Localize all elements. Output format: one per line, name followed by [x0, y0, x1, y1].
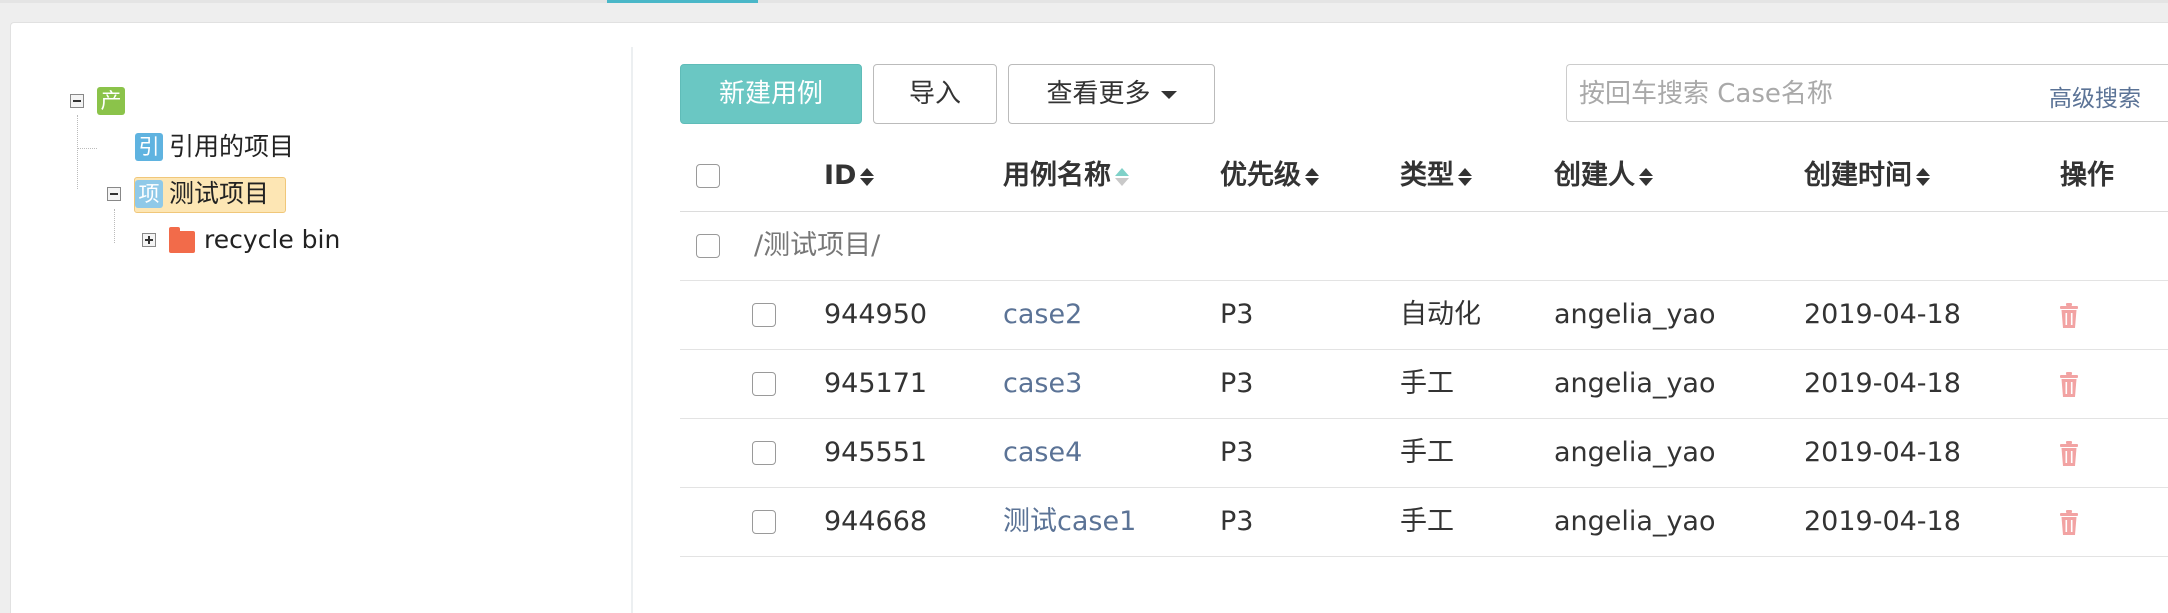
column-header-priority[interactable]: 优先级	[1220, 141, 1319, 211]
table-header-row: ID 用例名称 优先级 类型 创建人 创建时间 操作	[680, 141, 2168, 212]
table-row: 944950 case2 P3 自动化 angelia_yao 2019-04-…	[680, 281, 2168, 350]
search-box: 高级搜索	[1566, 64, 2168, 123]
column-header-actions: 操作	[2060, 160, 2114, 191]
column-header-creator[interactable]: 创建人	[1554, 141, 1653, 211]
tree-node-test-project[interactable]: 测试项目	[169, 178, 269, 210]
sort-caret-icon	[860, 166, 875, 188]
case-name-link[interactable]: case2	[1003, 281, 1082, 349]
case-type: 手工	[1400, 506, 1454, 537]
sort-caret-icon	[1458, 166, 1472, 188]
case-creator: angelia_yao	[1554, 437, 1716, 468]
case-name-link[interactable]: case4	[1003, 419, 1082, 487]
trash-icon[interactable]	[2058, 372, 2080, 398]
column-header-created-at-label: 创建时间	[1804, 160, 1912, 191]
tree-node-referenced-projects[interactable]: 引用的项目	[169, 131, 294, 163]
case-name-link[interactable]: case3	[1003, 350, 1082, 418]
case-table: ID 用例名称 优先级 类型 创建人 创建时间 操作 /测试项目/ 944950…	[680, 141, 2168, 557]
row-checkbox[interactable]	[752, 441, 776, 465]
column-header-type-label: 类型	[1400, 160, 1454, 191]
tree-line	[77, 115, 78, 189]
column-header-created-at[interactable]: 创建时间	[1804, 141, 1930, 211]
case-creator: angelia_yao	[1554, 368, 1716, 399]
case-priority: P3	[1220, 368, 1254, 399]
case-created-at: 2019-04-18	[1804, 368, 1961, 399]
trash-icon[interactable]	[2058, 303, 2080, 329]
project-badge-icon: 项	[135, 180, 163, 208]
column-header-id-label: ID	[824, 160, 857, 191]
sort-caret-icon	[1115, 166, 1129, 188]
sort-caret-icon	[1916, 166, 1930, 188]
sort-caret-icon	[1639, 166, 1653, 188]
case-id: 945551	[824, 437, 928, 468]
case-priority: P3	[1220, 299, 1254, 330]
group-checkbox[interactable]	[696, 234, 720, 258]
search-input[interactable]	[1567, 65, 2021, 123]
case-type: 手工	[1400, 437, 1454, 468]
case-priority: P3	[1220, 506, 1254, 537]
trash-icon[interactable]	[2058, 510, 2080, 536]
new-case-button[interactable]: 新建用例	[680, 64, 862, 124]
case-priority: P3	[1220, 437, 1254, 468]
tree-collapse-toggle-test-project[interactable]	[107, 187, 121, 201]
view-more-label: 查看更多	[1046, 79, 1151, 109]
chevron-down-icon	[1160, 90, 1177, 99]
case-type: 自动化	[1400, 299, 1481, 330]
tree-line	[77, 148, 97, 149]
table-row: 944668 测试case1 P3 手工 angelia_yao 2019-04…	[680, 488, 2168, 557]
row-checkbox[interactable]	[752, 303, 776, 327]
import-button[interactable]: 导入	[873, 64, 997, 124]
column-header-creator-label: 创建人	[1554, 160, 1635, 191]
case-created-at: 2019-04-18	[1804, 299, 1961, 330]
column-header-type[interactable]: 类型	[1400, 141, 1472, 211]
row-checkbox[interactable]	[752, 372, 776, 396]
case-creator: angelia_yao	[1554, 506, 1716, 537]
folder-icon	[169, 227, 195, 253]
referenced-project-badge-icon: 引	[135, 133, 163, 161]
case-type: 手工	[1400, 368, 1454, 399]
case-id: 944950	[824, 299, 928, 330]
group-row: /测试项目/	[680, 212, 2168, 281]
active-tab-indicator	[607, 0, 758, 3]
sort-caret-icon	[1305, 166, 1319, 188]
product-badge-icon: 产	[97, 87, 125, 115]
top-strip	[0, 0, 2168, 3]
column-header-id[interactable]: ID	[824, 141, 875, 211]
column-header-priority-label: 优先级	[1220, 160, 1301, 191]
select-all-checkbox[interactable]	[696, 164, 720, 188]
case-created-at: 2019-04-18	[1804, 437, 1961, 468]
case-created-at: 2019-04-18	[1804, 506, 1961, 537]
group-path-label: /测试项目/	[754, 230, 881, 261]
pane-splitter[interactable]	[631, 47, 633, 613]
advanced-search-link[interactable]: 高级搜索	[2049, 79, 2141, 113]
tree-node-recycle-bin[interactable]: recycle bin	[204, 224, 340, 256]
row-checkbox[interactable]	[752, 510, 776, 534]
table-row: 945551 case4 P3 手工 angelia_yao 2019-04-1…	[680, 419, 2168, 488]
case-id: 945171	[824, 368, 928, 399]
case-creator: angelia_yao	[1554, 299, 1716, 330]
tree-collapse-toggle-root[interactable]	[70, 94, 84, 108]
table-row: 945171 case3 P3 手工 angelia_yao 2019-04-1…	[680, 350, 2168, 419]
trash-icon[interactable]	[2058, 441, 2080, 467]
case-id: 944668	[824, 506, 928, 537]
tree-line	[114, 209, 115, 243]
column-header-name[interactable]: 用例名称	[1003, 141, 1129, 211]
view-more-dropdown[interactable]: 查看更多	[1008, 64, 1215, 124]
case-name-link[interactable]: 测试case1	[1003, 488, 1136, 556]
column-header-name-label: 用例名称	[1003, 160, 1111, 191]
tree-expand-toggle-recycle-bin[interactable]	[142, 233, 156, 247]
